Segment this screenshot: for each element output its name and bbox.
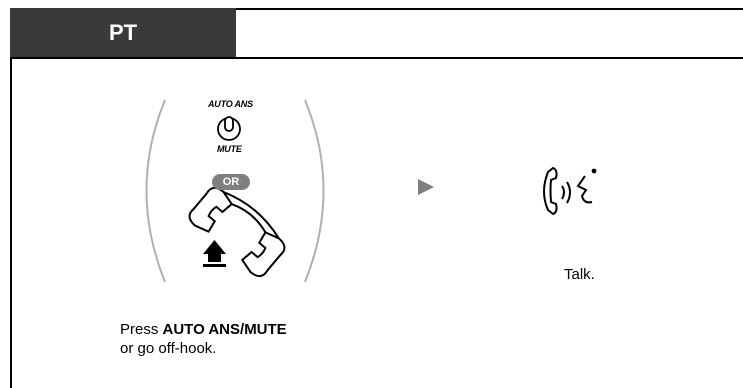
caption-line2: or go off-hook. — [120, 340, 217, 357]
mute-label: MUTE — [217, 144, 242, 154]
handset-off-hook-icon — [188, 186, 286, 278]
caption-bold: AUTO ANS/MUTE — [162, 321, 287, 338]
talk-icon — [543, 166, 597, 216]
arrow-right-icon — [418, 179, 434, 195]
right-parenthesis — [304, 99, 325, 283]
auto-ans-mute-button-icon — [217, 116, 241, 141]
step2-caption: Talk. — [564, 266, 595, 283]
caption-prefix: Press — [120, 321, 163, 338]
step1-caption: Press AUTO ANS/MUTE or go off-hook. — [120, 320, 287, 358]
diagram-graphics — [145, 99, 597, 283]
or-label: OR — [222, 176, 240, 188]
or-badge: OR — [212, 174, 250, 190]
auto-ans-label: AUTO ANS — [208, 99, 253, 109]
up-arrow-icon — [203, 240, 226, 267]
left-parenthesis — [145, 99, 166, 283]
